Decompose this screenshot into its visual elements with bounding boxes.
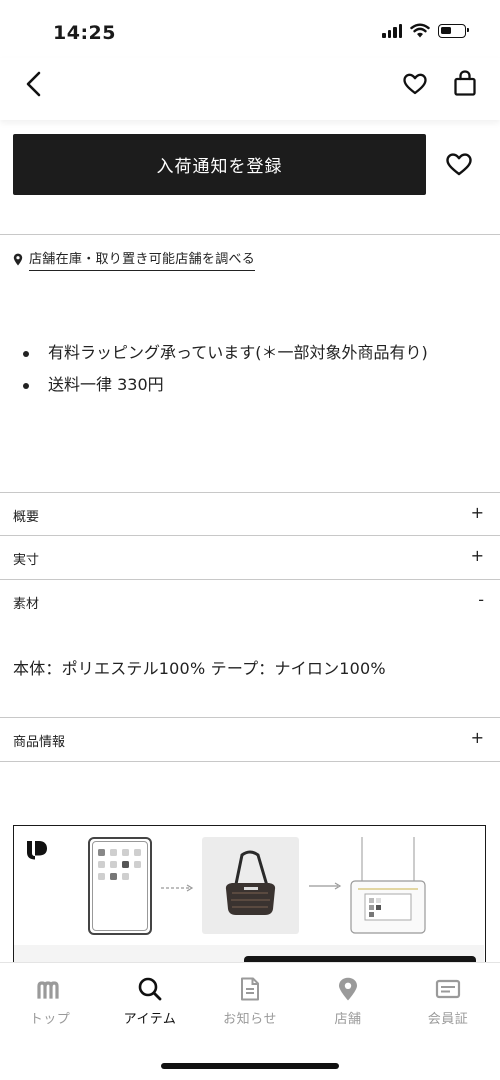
list-item: 有料ラッピング承っています(＊一部対象外商品有り) (20, 343, 460, 363)
favorite-heart-icon[interactable] (445, 151, 473, 177)
store-stock-link[interactable]: 店舗在庫・取り置き可能店舗を調べる (13, 248, 256, 271)
favorite-heart-icon[interactable] (402, 71, 428, 97)
tab-items[interactable]: アイテム (100, 977, 200, 1037)
battery-icon (438, 23, 469, 38)
accordion-label: 商品情報 (13, 735, 66, 750)
product-notes-list: 有料ラッピング承っています(＊一部対象外商品有り) 送料一律 330円 (20, 343, 460, 407)
expand-toggle-icon[interactable]: + (471, 728, 484, 747)
tab-label: お知らせ (223, 1012, 277, 1027)
brand-logo-icon (27, 841, 47, 860)
accordion-label: 実寸 (13, 553, 40, 568)
display-screen-illustration (350, 837, 426, 934)
tab-membership[interactable]: 会員証 (398, 977, 498, 1037)
accordion-material[interactable]: 素材 - (0, 580, 500, 623)
search-icon (138, 977, 162, 1001)
accordion-dimensions[interactable]: 実寸 + (0, 536, 500, 579)
location-pin-icon (339, 977, 357, 1001)
m-logo-icon (37, 981, 59, 999)
nav-header (0, 58, 500, 120)
app-screen-illustration (88, 837, 152, 935)
membership-card-icon (435, 979, 461, 999)
status-bar: 14:25 (0, 0, 500, 58)
back-button[interactable] (20, 70, 48, 98)
cellular-signal-icon (382, 23, 402, 38)
accordion-label: 素材 (13, 597, 40, 612)
divider (0, 761, 500, 762)
store-stock-link-label: 店舗在庫・取り置き可能店舗を調べる (29, 248, 256, 271)
tab-top[interactable]: トップ (0, 977, 100, 1037)
expand-toggle-icon[interactable]: + (471, 503, 484, 522)
arrow-right-icon (309, 882, 342, 890)
tab-label: トップ (29, 1012, 71, 1027)
location-pin-icon (13, 253, 23, 266)
tab-news[interactable]: お知らせ (200, 977, 300, 1037)
item-detail-page: 14:25 入荷通知を登録 店舗在庫・取り置き可能店舗を調べる 有料ラッピング承… (0, 0, 500, 1080)
status-icons (382, 23, 469, 38)
arrow-right-icon (161, 884, 194, 892)
accordion-overview[interactable]: 概要 + (0, 493, 500, 536)
tab-label: 店舗 (334, 1012, 362, 1027)
shopping-bag-icon[interactable] (452, 69, 478, 97)
promo-banner[interactable] (13, 825, 486, 985)
restock-notification-button[interactable]: 入荷通知を登録 (13, 134, 426, 195)
tab-label: 会員証 (427, 1012, 469, 1027)
material-description: 本体：ポリエステル100% テープ：ナイロン100% (13, 659, 386, 678)
tab-label: アイテム (123, 1012, 177, 1027)
accordion-label: 概要 (13, 510, 40, 525)
expand-toggle-icon[interactable]: + (471, 546, 484, 565)
divider (0, 234, 500, 235)
collapse-toggle-icon[interactable]: - (478, 590, 484, 609)
list-item: 送料一律 330円 (20, 375, 460, 395)
tab-stores[interactable]: 店舗 (298, 977, 398, 1037)
document-icon (241, 977, 259, 1001)
accordion-product-info[interactable]: 商品情報 + (0, 718, 500, 761)
status-time: 14:25 (53, 22, 116, 44)
wifi-icon (410, 23, 430, 38)
product-bag-image (202, 837, 299, 934)
home-indicator (161, 1063, 339, 1069)
